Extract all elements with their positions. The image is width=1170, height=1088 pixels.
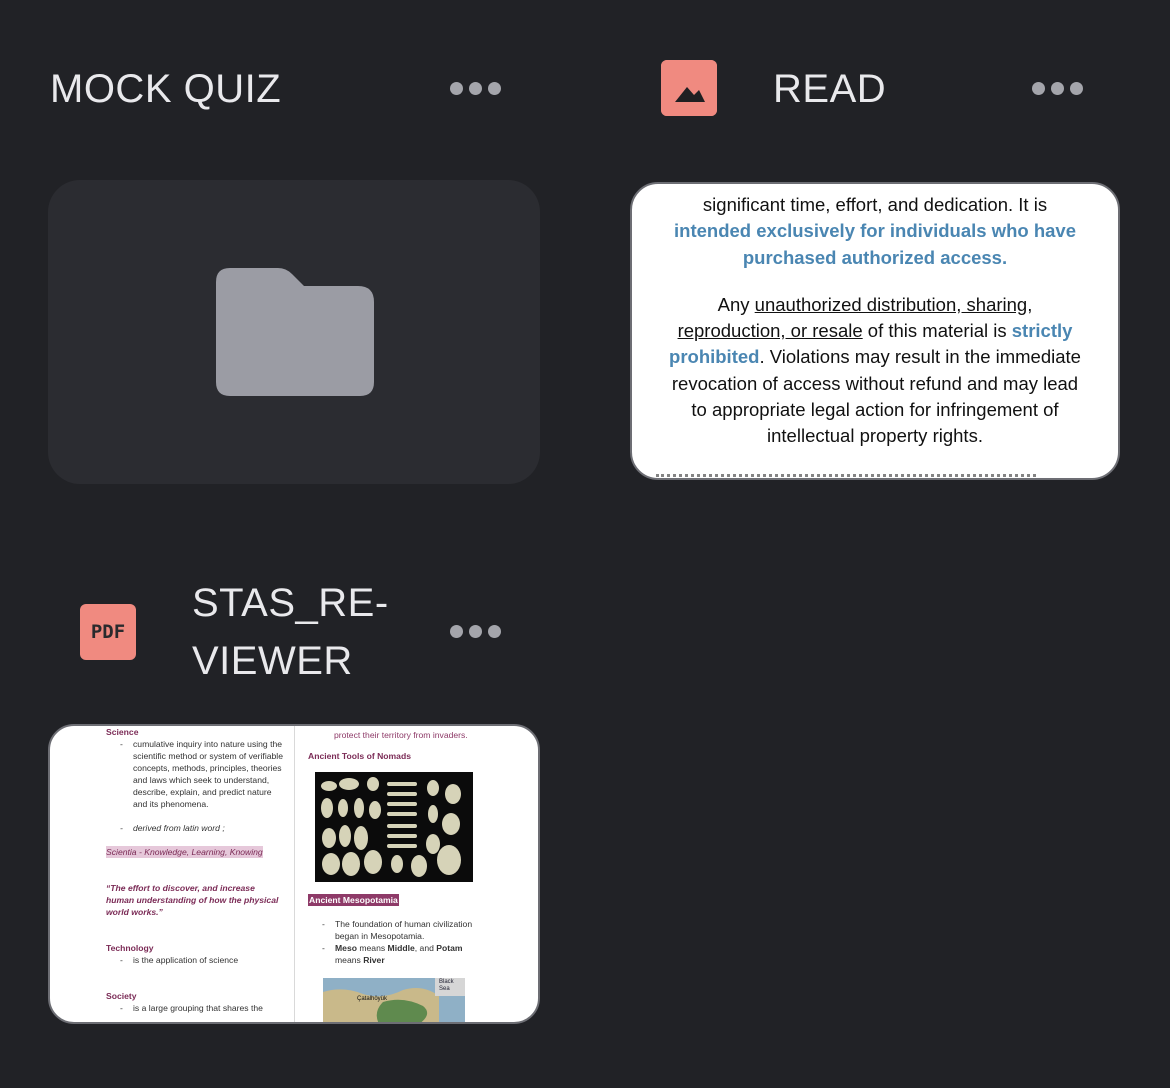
section-heading: Technology	[106, 943, 154, 953]
more-options-button[interactable]	[450, 625, 501, 638]
pdf-preview-card[interactable]: Science cumulative inquiry into nature u…	[48, 724, 540, 1024]
tools-photo	[315, 772, 473, 882]
pdf-right-column: protect their territory from invaders. A…	[308, 729, 488, 762]
pdf-icon: PDF	[80, 604, 136, 660]
column-divider	[294, 726, 295, 1022]
preview-paragraph: reproduction, or resale of this material…	[677, 320, 1073, 342]
pdf-title: STAS_RE- VIEWER	[192, 574, 389, 690]
section-heading: Science	[106, 727, 139, 737]
preview-line: intended exclusively for individuals who…	[674, 220, 1076, 242]
preview-line: revocation of access without refund and …	[671, 372, 1079, 394]
highlight-heading: Ancient Mesopotamia	[308, 894, 399, 906]
preview-paragraph: Any unauthorized distribution, sharing,	[717, 293, 1033, 315]
bullet-item: is the application of science	[106, 954, 284, 966]
text-line: protect their territory from invaders.	[334, 730, 468, 740]
map-label: Black Sea	[439, 979, 454, 992]
image-preview-card[interactable]: significant time, effort, and dedication…	[630, 182, 1120, 480]
cut-text-line	[822, 182, 1042, 184]
dot-icon	[1032, 82, 1045, 95]
highlight-text: Scientia - Knowledge, Learning, Knowing	[106, 846, 263, 858]
pdf-left-column: Science cumulative inquiry into nature u…	[106, 726, 284, 1014]
dot-icon	[1070, 82, 1083, 95]
folder-icon	[216, 268, 374, 396]
quote-text: “The effort to discover, and increase hu…	[106, 883, 279, 917]
section-heading: Ancient Tools of Nomads	[308, 751, 411, 761]
preview-text: significant time, effort, and dedication…	[632, 192, 1118, 450]
dot-icon	[469, 82, 482, 95]
more-options-button[interactable]	[450, 82, 501, 95]
dot-icon	[1051, 82, 1064, 95]
dot-icon	[450, 625, 463, 638]
bullet-item: The foundation of human civilization beg…	[308, 918, 488, 942]
image-icon	[661, 60, 717, 116]
dot-icon	[488, 82, 501, 95]
section-heading: Society	[106, 991, 137, 1001]
bullet-item: Meso means Middle, and Potam means River	[308, 942, 488, 966]
preview-line: significant time, effort, and dedication…	[702, 194, 1048, 215]
preview-line: to appropriate legal action for infringe…	[691, 399, 1059, 421]
folder-title: MOCK QUIZ	[50, 67, 282, 111]
bullet-item: derived from latin word ;	[106, 822, 284, 834]
more-options-button[interactable]	[1032, 82, 1083, 95]
bullet-item: is a large grouping that shares the	[106, 1002, 284, 1014]
preview-line: intellectual property rights.	[767, 425, 983, 447]
cut-text-line	[656, 474, 1036, 478]
map-city-label: Çatalhöyük	[357, 996, 388, 1002]
map-image: Black Sea Çatalhöyük	[323, 978, 465, 1022]
preview-paragraph: prohibited. Violations may result in the…	[669, 346, 1081, 368]
pdf-right-column-lower: Ancient Mesopotamia The foundation of hu…	[308, 894, 488, 966]
pdf-title-line: STAS_RE-	[192, 581, 389, 625]
dot-icon	[488, 625, 501, 638]
bullet-item: cumulative inquiry into nature using the…	[106, 738, 284, 810]
dot-icon	[469, 625, 482, 638]
pdf-title-line: VIEWER	[192, 639, 353, 683]
dot-icon	[450, 82, 463, 95]
image-title: READ	[773, 67, 887, 111]
preview-line: purchased authorized access.	[742, 246, 1008, 268]
